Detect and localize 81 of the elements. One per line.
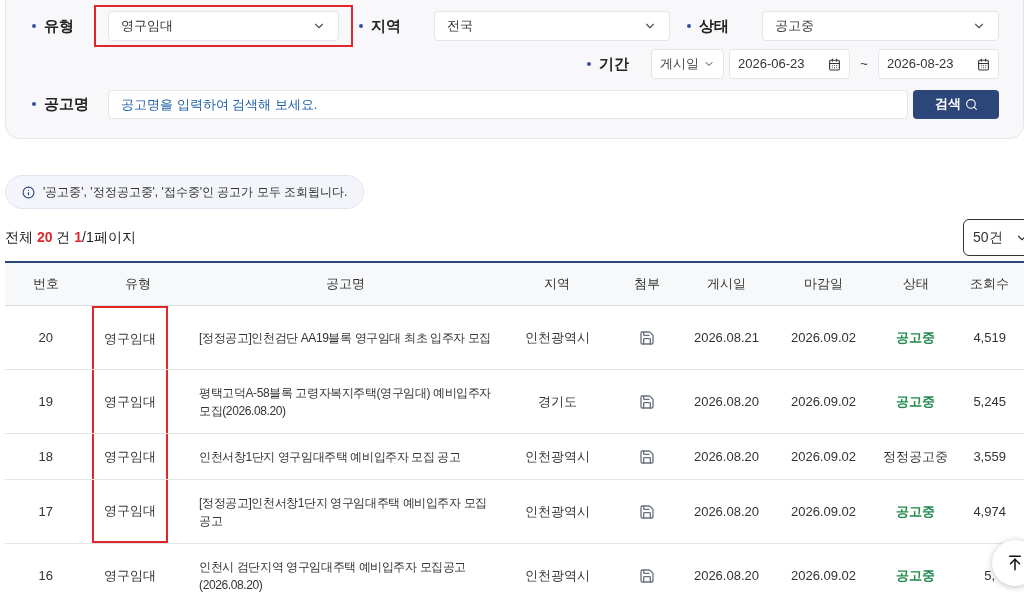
- table-cell-text: 16: [38, 566, 54, 585]
- table-cell-text: 경기도: [537, 392, 577, 411]
- table-cell-text: 3,559: [973, 447, 1006, 466]
- table-cell-text: 2026.09.02: [790, 447, 857, 466]
- bullet-icon: [359, 24, 364, 28]
- notice-title-link[interactable]: [정정공고]인천서창1단지 영구임대주택 예비입주자 모집 공고: [199, 493, 501, 530]
- calendar-icon: [828, 57, 841, 71]
- table-cell-text: 4,974: [973, 502, 1006, 521]
- status-label: 공고중: [896, 566, 936, 585]
- result-summary: 전체 20 건 1/1페이지: [5, 228, 136, 247]
- notice-title-link[interactable]: 인천시 검단지역 영구임대주택 예비입주자 모집공고 (2026.08.20): [199, 557, 501, 594]
- table-cell-text: 17: [38, 502, 54, 521]
- table-cell-text: 4,519: [973, 328, 1006, 347]
- calendar-icon: [977, 57, 990, 71]
- bullet-icon: [587, 62, 591, 66]
- table-cell-text: 2026.09.02: [790, 502, 857, 521]
- file-icon[interactable]: [638, 503, 655, 520]
- file-icon[interactable]: [638, 329, 655, 346]
- column-header: 공고명: [326, 275, 366, 294]
- search-button[interactable]: 검색: [913, 89, 999, 119]
- table-cell-text: 2026.08.20: [693, 566, 759, 585]
- search-field[interactable]: 공고명을 입력하여 검색해 보세요.: [108, 89, 909, 119]
- notice-title-link[interactable]: 인천서창1단지 영구임대주택 예비입주자 모집 공고: [199, 447, 461, 466]
- status-label: 공고중: [896, 392, 936, 411]
- dropdown-select[interactable]: 전국: [434, 11, 671, 41]
- info-icon: [22, 185, 35, 199]
- dropdown-select[interactable]: 공고중: [762, 11, 999, 41]
- table-cell-text: 5,245: [973, 392, 1006, 411]
- notice-title-link[interactable]: [정정공고]인천검단 AA19블록 영구임대 최초 입주자 모집: [199, 328, 491, 347]
- bullet-icon: [32, 24, 36, 28]
- column-header: 조회수: [970, 275, 1010, 294]
- search-icon: [964, 97, 978, 111]
- table-cell: 영구임대: [91, 370, 168, 433]
- file-icon[interactable]: [638, 567, 655, 584]
- filter-label: 기간: [599, 53, 629, 74]
- table-cell-text: 인천광역시: [524, 328, 590, 347]
- date-field[interactable]: 2026-08-23: [878, 49, 999, 79]
- page-size-select[interactable]: 50건: [963, 219, 1024, 256]
- column-header: 유형: [124, 275, 151, 294]
- table-cell: 영구임대: [91, 480, 168, 543]
- filter-label: 유형: [44, 15, 74, 36]
- arrow-up-icon: [1006, 554, 1024, 572]
- filter-label: 지역: [371, 15, 402, 36]
- notice-text: '공고중', '정정공고중', '접수중'인 공고가 모두 조회됩니다.: [43, 184, 348, 201]
- dropdown-select[interactable]: 영구임대: [108, 11, 339, 41]
- table-cell-text: 5,: [984, 566, 996, 585]
- table-cell-text: 19: [38, 392, 54, 411]
- status-label: 정정공고중: [883, 447, 949, 466]
- basis-select[interactable]: 게시일: [651, 49, 724, 79]
- table-cell-text: 인천광역시: [524, 447, 590, 466]
- table-cell-text: 2026.08.20: [693, 502, 759, 521]
- table-cell-text: 2026.08.20: [693, 447, 759, 466]
- table-cell-text: 인천광역시: [524, 502, 590, 521]
- status-label: 공고중: [896, 328, 936, 347]
- table-cell: 영구임대: [91, 434, 168, 479]
- column-header: 번호: [32, 275, 59, 294]
- column-header: 첨부: [633, 275, 660, 294]
- table-cell-text: 2026.08.20: [693, 392, 759, 411]
- filter-label: 공고명: [44, 93, 89, 114]
- table-cell-text: 18: [38, 447, 54, 466]
- bullet-icon: [687, 24, 691, 28]
- table-cell-text: 인천광역시: [524, 566, 590, 585]
- column-header: 지역: [544, 275, 571, 294]
- file-icon[interactable]: [638, 448, 655, 465]
- table-cell-text: 2026.08.21: [693, 328, 759, 347]
- column-header: 상태: [902, 275, 929, 294]
- table-cell-text: 2026.09.02: [790, 328, 857, 347]
- date-field[interactable]: 2026-06-23: [729, 49, 850, 79]
- column-header: 마감일: [804, 275, 843, 294]
- table-cell-text: 2026.09.02: [790, 392, 857, 411]
- filter-label: 상태: [699, 15, 729, 36]
- table-cell: 영구임대: [91, 306, 168, 369]
- table-cell-text: 20: [38, 328, 54, 347]
- table-cell-text: 2026.09.02: [790, 566, 857, 585]
- range-separator: ~: [859, 55, 869, 74]
- status-label: 공고중: [896, 502, 936, 521]
- table-cell-text: 영구임대: [102, 566, 157, 585]
- file-icon[interactable]: [638, 393, 655, 410]
- bullet-icon: [32, 102, 36, 106]
- column-header: 게시일: [706, 275, 746, 294]
- notice-title-link[interactable]: 평택고덕A-58블록 고령자복지주택(영구임대) 예비입주자 모집(2026.08.20): [199, 383, 501, 420]
